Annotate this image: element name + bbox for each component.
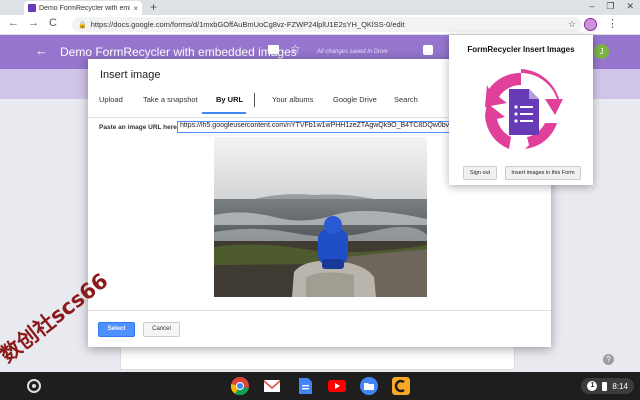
image-preview bbox=[214, 137, 427, 297]
bookmark-star-icon[interactable]: ☆ bbox=[568, 19, 576, 30]
close-window-button[interactable]: ✕ bbox=[626, 1, 634, 12]
tab-take-snapshot[interactable]: Take a snapshot bbox=[143, 95, 198, 104]
restore-button[interactable]: ❐ bbox=[606, 1, 614, 12]
lock-icon: 🔒 bbox=[78, 21, 87, 29]
formrecycler-extension-icon[interactable] bbox=[584, 18, 597, 31]
window-controls: – ❐ ✕ bbox=[589, 1, 634, 12]
popup-title: FormRecycler Insert Images bbox=[467, 45, 575, 54]
forms-back-icon[interactable]: ← bbox=[35, 43, 48, 58]
chrome-app-icon[interactable] bbox=[231, 377, 249, 395]
tab-your-albums[interactable]: Your albums bbox=[272, 95, 313, 104]
status-area[interactable]: 1 8:14 bbox=[581, 378, 634, 394]
tab-close-icon[interactable]: × bbox=[133, 4, 138, 13]
forms-favicon-icon bbox=[28, 4, 36, 12]
star-icon[interactable]: ☆ bbox=[290, 42, 301, 56]
active-tab-indicator bbox=[202, 112, 246, 114]
battery-icon bbox=[602, 381, 608, 391]
dialog-footer-divider bbox=[88, 310, 551, 311]
reload-button[interactable]: C bbox=[49, 17, 57, 29]
back-button[interactable]: ← bbox=[8, 17, 19, 29]
browser-toolbar: ← → C 🔒 https://docs.google.com/forms/d/… bbox=[0, 15, 640, 35]
help-icon[interactable]: ? bbox=[603, 354, 614, 365]
addons-icon[interactable] bbox=[423, 45, 433, 55]
tab-title: Demo FormRecycler with embe bbox=[39, 4, 131, 12]
sign-out-button[interactable]: Sign out bbox=[463, 166, 497, 180]
avatar[interactable]: J bbox=[594, 44, 609, 59]
url-label: Paste an image URL here: bbox=[99, 124, 180, 131]
forward-button[interactable]: → bbox=[28, 17, 39, 29]
minimize-button[interactable]: – bbox=[589, 1, 594, 12]
clock: 8:14 bbox=[612, 381, 628, 391]
notification-badge: 1 bbox=[587, 381, 598, 391]
gmail-app-icon[interactable] bbox=[263, 377, 281, 395]
tab-search[interactable]: Search bbox=[394, 95, 418, 104]
browser-tab[interactable]: Demo FormRecycler with embe × bbox=[24, 1, 142, 15]
youtube-app-icon[interactable] bbox=[328, 377, 346, 395]
files-app-icon[interactable] bbox=[360, 377, 378, 395]
tab-google-drive[interactable]: Google Drive bbox=[333, 95, 377, 104]
os-shelf: 1 8:14 bbox=[0, 372, 640, 400]
form-title[interactable]: Demo FormRecycler with embedded images bbox=[60, 45, 297, 59]
tab-by-url[interactable]: By URL bbox=[216, 95, 243, 104]
dialog-title: Insert image bbox=[100, 69, 161, 81]
address-url[interactable]: https://docs.google.com/forms/d/1mxbGOff… bbox=[91, 20, 564, 29]
tab-separator bbox=[254, 93, 255, 107]
formrecycler-popup: FormRecycler Insert Images Sign out Inse… bbox=[449, 35, 593, 185]
browser-menu-icon[interactable]: ⋮ bbox=[607, 17, 618, 30]
folder-icon[interactable] bbox=[268, 45, 279, 54]
formrecycler-logo-icon bbox=[485, 69, 563, 149]
saved-status: All changes saved in Drive bbox=[317, 49, 388, 55]
clipchamp-app-icon[interactable] bbox=[392, 377, 410, 395]
select-button[interactable]: Select bbox=[98, 322, 135, 337]
address-bar[interactable]: 🔒 https://docs.google.com/forms/d/1mxbGO… bbox=[72, 17, 582, 32]
cancel-button[interactable]: Cancel bbox=[143, 322, 180, 337]
new-tab-button[interactable]: + bbox=[150, 0, 157, 14]
insert-images-button[interactable]: Insert images in this Form bbox=[505, 166, 581, 180]
browser-tabbar: Demo FormRecycler with embe × + – ❐ ✕ bbox=[0, 0, 640, 15]
launcher-icon[interactable] bbox=[27, 379, 41, 393]
tab-upload[interactable]: Upload bbox=[99, 95, 123, 104]
docs-app-icon[interactable] bbox=[296, 377, 314, 395]
